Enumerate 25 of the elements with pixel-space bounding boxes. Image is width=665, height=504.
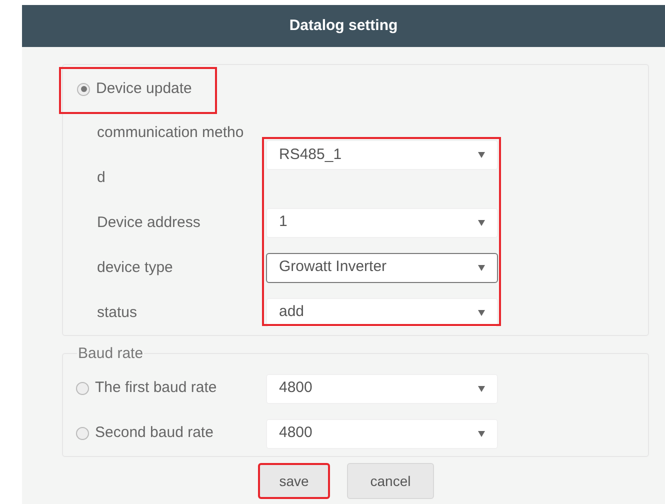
caret-icon [478, 310, 485, 316]
caret-icon [478, 220, 485, 226]
radio-button[interactable] [77, 82, 90, 96]
radio-button[interactable] [76, 382, 89, 395]
caret-icon [478, 430, 485, 436]
dropdown-field[interactable]: 4800 [266, 418, 498, 448]
dropdown-field[interactable]: RS485_1 [266, 140, 498, 170]
radio-button[interactable] [76, 427, 89, 440]
field-label: status [97, 303, 138, 323]
dropdown-field[interactable]: add [266, 298, 498, 328]
caret-icon [478, 152, 485, 158]
dialog-button[interactable]: save [258, 463, 330, 499]
dropdown-field[interactable]: 1 [266, 208, 498, 238]
radio-label: Second baud rate [95, 423, 214, 444]
radio-label: The first baud rate [95, 378, 217, 398]
window-title: Datalog setting [289, 16, 398, 36]
dialog-button[interactable]: cancel [347, 463, 434, 499]
field-label: Device address [97, 213, 202, 233]
radio-label: Device update [96, 78, 192, 99]
field-label: device type [97, 258, 174, 278]
field-label: communication method [97, 123, 245, 188]
caret-icon [478, 264, 485, 270]
dropdown-field[interactable]: 4800 [266, 374, 498, 404]
caret-icon [478, 386, 485, 392]
dropdown-field[interactable]: Growatt Inverter [266, 252, 498, 282]
